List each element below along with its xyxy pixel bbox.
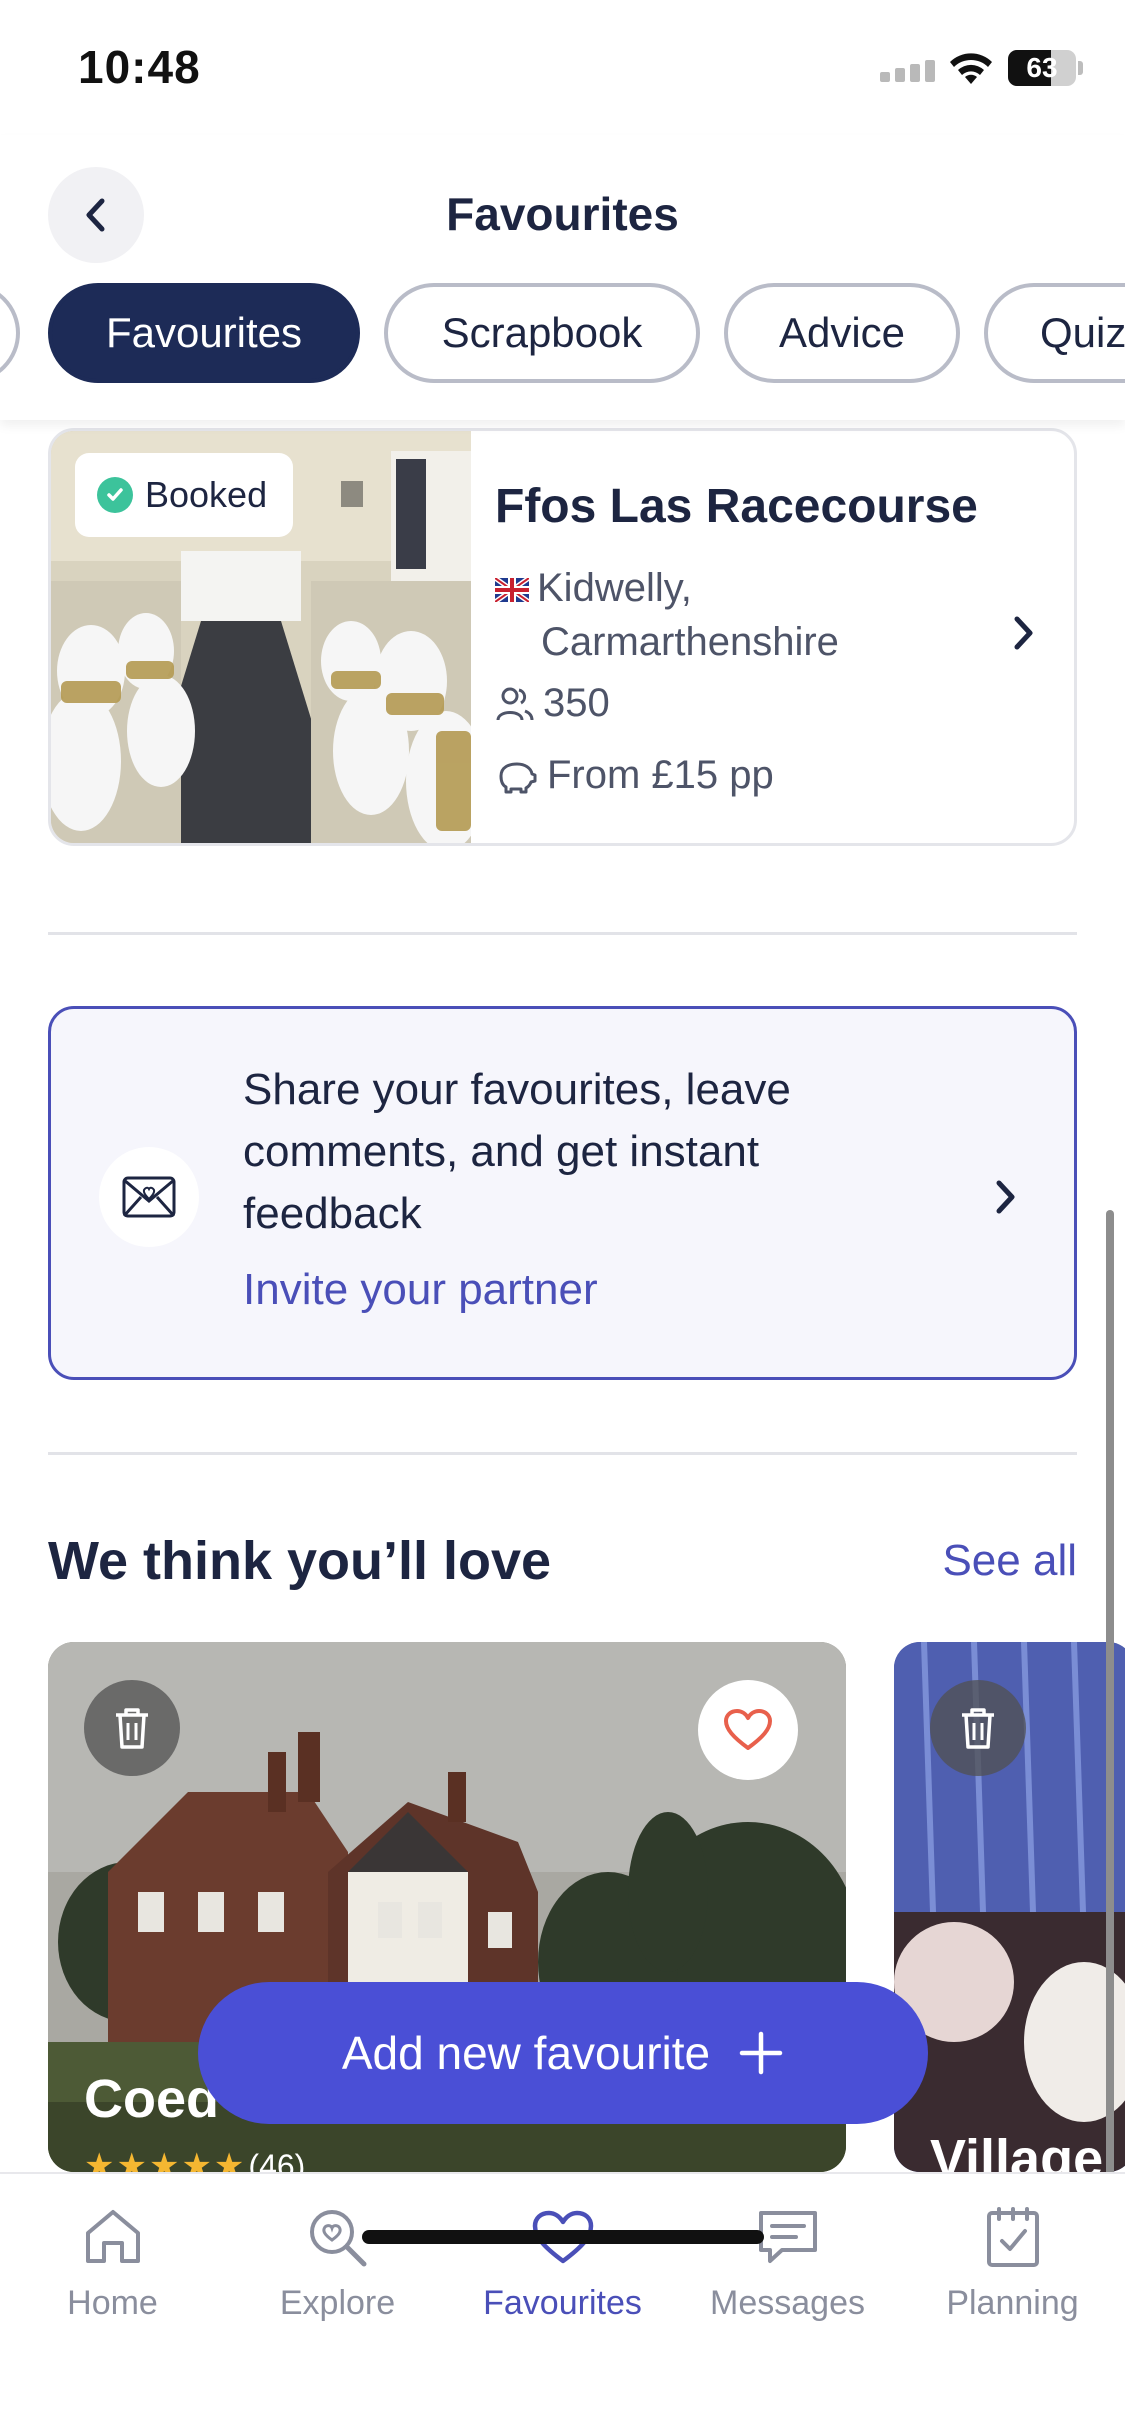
- chip-scrapbook[interactable]: Scrapbook: [384, 283, 700, 383]
- trash-icon: [116, 1708, 148, 1749]
- venue-location: Kidwelly, Carmarthenshire: [495, 561, 839, 669]
- chip-favourites[interactable]: Favourites: [48, 283, 360, 383]
- venue-name: Ffos Las Racecourse: [495, 480, 978, 533]
- booked-badge: Booked: [75, 453, 294, 537]
- tab-bar: Home Explore Favourites Messages Plannin…: [0, 2172, 1125, 2436]
- scrollbar[interactable]: [1106, 1210, 1114, 2210]
- review-count: (46): [248, 2147, 306, 2173]
- home-indicator: [362, 2230, 764, 2244]
- venue-photo: Booked: [51, 431, 471, 843]
- venue-location-line2: Carmarthenshire: [541, 620, 839, 664]
- tab-planning[interactable]: Planning: [900, 2202, 1125, 2323]
- messages-icon: [758, 2211, 817, 2263]
- venue-capacity: 350: [495, 681, 610, 726]
- heart-outline-icon: [724, 1709, 772, 1750]
- cellular-signal-icon: [880, 60, 935, 82]
- star-rating-icon: ★★★★★: [84, 2147, 247, 2172]
- add-new-favourite-label: Add new favourite: [341, 2027, 711, 2079]
- status-time: 10:48: [78, 41, 201, 93]
- tab-explore[interactable]: Explore: [225, 2202, 450, 2323]
- section-title: We think you’ll love: [48, 1531, 552, 1591]
- invite-partner-link[interactable]: Invite your partner: [243, 1265, 598, 1315]
- venue-capacity-value: 350: [543, 681, 610, 725]
- tab-favourites[interactable]: Favourites: [450, 2202, 675, 2323]
- status-bar: 10:48 63: [0, 0, 1125, 135]
- venue-price: From £15 pp: [495, 753, 774, 798]
- favourite-button[interactable]: [698, 1680, 798, 1780]
- recommendation-name: Coed: [84, 2069, 219, 2129]
- header: Favourites Favourites Scrapbook Advice Q…: [0, 135, 1125, 420]
- delete-button[interactable]: [84, 1680, 180, 1776]
- chevron-right-icon: [996, 1180, 1015, 1214]
- guests-icon: [496, 687, 534, 720]
- divider: [48, 1452, 1077, 1455]
- envelope-heart-icon: [99, 1147, 199, 1247]
- battery-level: 63: [1026, 52, 1058, 83]
- category-chips: Favourites Scrapbook Advice Quiz: [0, 283, 1125, 387]
- see-all-link[interactable]: See all: [942, 1536, 1077, 1586]
- add-new-favourite-button[interactable]: Add new favourite: [198, 1982, 928, 2124]
- chip-quiz[interactable]: Quiz: [984, 283, 1125, 383]
- divider: [48, 932, 1077, 935]
- battery-icon: 63: [1008, 50, 1076, 86]
- piggy-bank-icon: [499, 762, 537, 793]
- wifi-icon: [950, 53, 992, 84]
- booked-venue-card[interactable]: Booked Ffos Las Racecourse Kidwelly, Car…: [48, 428, 1077, 846]
- invite-partner-card[interactable]: Share your favourites, leave comments, a…: [48, 1006, 1077, 1380]
- venue-price-value: From £15 pp: [547, 753, 774, 797]
- recommendation-name: Village: [930, 2129, 1104, 2172]
- tab-home[interactable]: Home: [0, 2202, 225, 2323]
- tab-messages[interactable]: Messages: [675, 2202, 900, 2323]
- recommendation-rating: ★★★★★ (46): [84, 2146, 305, 2172]
- check-circle-icon: [97, 477, 133, 513]
- recommendation-card[interactable]: Village: [894, 1642, 1125, 2172]
- home-icon: [85, 2210, 140, 2263]
- plus-icon: [739, 2031, 783, 2075]
- chip-advice[interactable]: Advice: [724, 283, 960, 383]
- venue-location-line1: Kidwelly,: [537, 566, 692, 610]
- uk-flag-icon: [495, 578, 529, 603]
- trash-icon: [962, 1708, 994, 1749]
- chip-previous[interactable]: [0, 283, 20, 383]
- booked-label: Booked: [145, 474, 268, 515]
- page-title: Favourites: [446, 188, 679, 240]
- chevron-right-icon: [1014, 616, 1033, 650]
- delete-button[interactable]: [930, 1680, 1026, 1776]
- planning-icon: [986, 2207, 1039, 2267]
- explore-icon: [309, 2210, 366, 2267]
- invite-description: Share your favourites, leave comments, a…: [243, 1065, 791, 1238]
